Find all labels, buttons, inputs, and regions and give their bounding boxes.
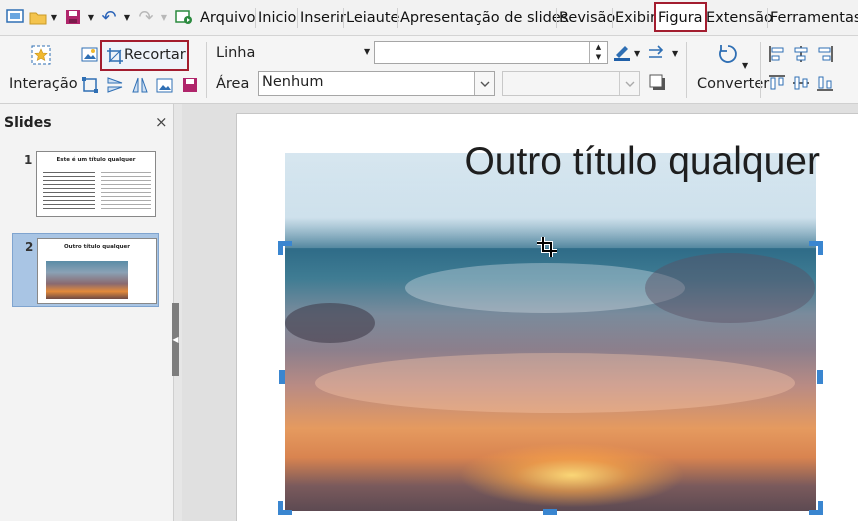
replace-image-icon[interactable] [156,76,174,94]
convert-icon[interactable] [716,44,740,68]
slide-number: 1 [24,153,33,167]
line-label: Linha [216,45,256,61]
crop-handle-bottom-left[interactable] [278,501,292,515]
area-label: Área [216,76,250,92]
align-middle-icon[interactable] [792,74,810,92]
toolbar-separator [760,42,761,98]
undo-icon[interactable]: ↶ [99,7,119,28]
sunset-image[interactable] [285,153,816,511]
menu-figura[interactable]: Figura [654,2,707,32]
slide-preview: Outro título qualquer [37,238,157,304]
slide-thumbnail-2[interactable]: 2 Outro título qualquer [12,233,159,307]
menu-arquivo[interactable]: Arquivo [200,9,256,27]
slides-panel-title: Slides [4,115,52,131]
flip-horizontal-icon[interactable] [131,76,149,94]
save-image-icon[interactable] [181,76,199,94]
area-fill-value: Nenhum [262,74,324,90]
toolbar: Interação Recortar Linha ▼ ▲ ▼ ▼ ▼ Área N… [0,36,858,104]
image-cloud [315,353,795,413]
image-filter-icon[interactable] [81,45,99,63]
menu-leiaute[interactable]: Leiaute [346,9,399,27]
menu-separator [343,8,344,28]
slide-number: 2 [25,240,34,254]
arrow-style-icon[interactable] [648,44,666,62]
slide-preview-image [46,261,128,299]
line-color-dropdown-icon[interactable]: ▼ [634,49,640,58]
area-style-select[interactable] [502,71,640,96]
save-icon[interactable] [63,7,83,27]
crop-button[interactable]: Recortar [100,40,189,71]
convert-dropdown-icon[interactable]: ▼ [742,61,748,70]
align-left-icon[interactable] [768,45,786,63]
interaction-icon[interactable] [31,45,51,65]
close-icon[interactable]: × [155,113,168,131]
toolbar-separator [686,42,687,98]
convert-label[interactable]: Converter [697,76,769,92]
crop-cursor-icon [536,236,558,258]
interaction-label[interactable]: Interação [9,76,78,92]
flip-vertical-icon[interactable] [106,76,124,94]
menu-extensao[interactable]: Extensão [706,9,773,27]
align-top-icon[interactable] [768,74,786,92]
slide-preview-text [101,172,151,210]
menubar: ▼ ▼ ↶ ▼ ↷ ▼ Arquivo Inicio Inserir Leiau… [0,0,858,36]
slide-preview: Este é um título qualquer [36,151,156,217]
transformations-icon[interactable] [81,76,99,94]
slides-panel: Slides × 1 Este é um título qualquer 2 O… [0,104,174,521]
open-dropdown-icon[interactable]: ▼ [49,7,59,27]
menu-inicio[interactable]: Inicio [258,9,296,27]
menu-separator [255,8,256,28]
line-color-icon[interactable] [613,43,631,61]
crop-handle-top-right[interactable] [809,241,823,255]
collapse-panel-handle[interactable]: ◀ [172,303,179,376]
undo-dropdown-icon[interactable]: ▼ [122,7,132,27]
menu-inserir[interactable]: Inserir [300,9,346,27]
start-slideshow-icon[interactable] [174,7,194,27]
menu-separator [397,8,398,28]
align-center-icon[interactable] [792,45,810,63]
menu-separator [297,8,298,28]
line-style-dropdown-icon[interactable]: ▼ [364,47,370,56]
crop-handle-left[interactable] [279,370,285,384]
slide-title[interactable]: Outro título qualquer [400,140,820,184]
line-width-spinner[interactable]: ▲ ▼ [589,42,607,63]
slide-preview-title: Outro título qualquer [63,244,130,250]
menu-revisao[interactable]: Revisão [559,9,615,27]
arrow-style-dropdown-icon[interactable]: ▼ [672,49,678,58]
menu-separator [556,8,557,28]
area-fill-dropdown-icon[interactable] [474,72,494,95]
shadow-icon[interactable] [649,74,667,92]
align-bottom-icon[interactable] [816,74,834,92]
image-cloud [285,303,375,343]
slide-preview-text [43,172,95,210]
menu-exibir[interactable]: Exibir [615,9,656,27]
crop-handle-bottom[interactable] [543,509,557,515]
area-style-dropdown-icon[interactable] [619,72,639,95]
redo-icon[interactable]: ↷ [136,7,156,28]
image-cloud [645,253,815,323]
menu-separator [612,8,613,28]
slide-thumbnail-1[interactable]: 1 Este é um título qualquer [12,147,159,221]
crop-label: Recortar [124,47,186,63]
save-dropdown-icon[interactable]: ▼ [86,7,96,27]
crop-handle-bottom-right[interactable] [809,501,823,515]
crop-handle-top-left[interactable] [278,241,292,255]
open-folder-icon[interactable] [28,7,48,27]
menu-ferramentas[interactable]: Ferramentas [770,9,858,27]
image-cloud [405,263,685,313]
area-fill-select[interactable]: Nenhum [258,71,495,96]
crop-handle-right[interactable] [817,370,823,384]
menu-apresentacao-de-slides[interactable]: Apresentação de slides [400,9,568,27]
menu-separator [767,8,768,28]
redo-dropdown-icon[interactable]: ▼ [159,7,169,27]
toolbar-separator [206,42,207,98]
align-right-icon[interactable] [816,45,834,63]
crop-icon [106,47,124,65]
slide-preview-title: Este é um título qualquer [56,157,136,163]
line-width-field[interactable]: ▲ ▼ [374,41,608,64]
presentation-icon[interactable] [5,7,25,27]
